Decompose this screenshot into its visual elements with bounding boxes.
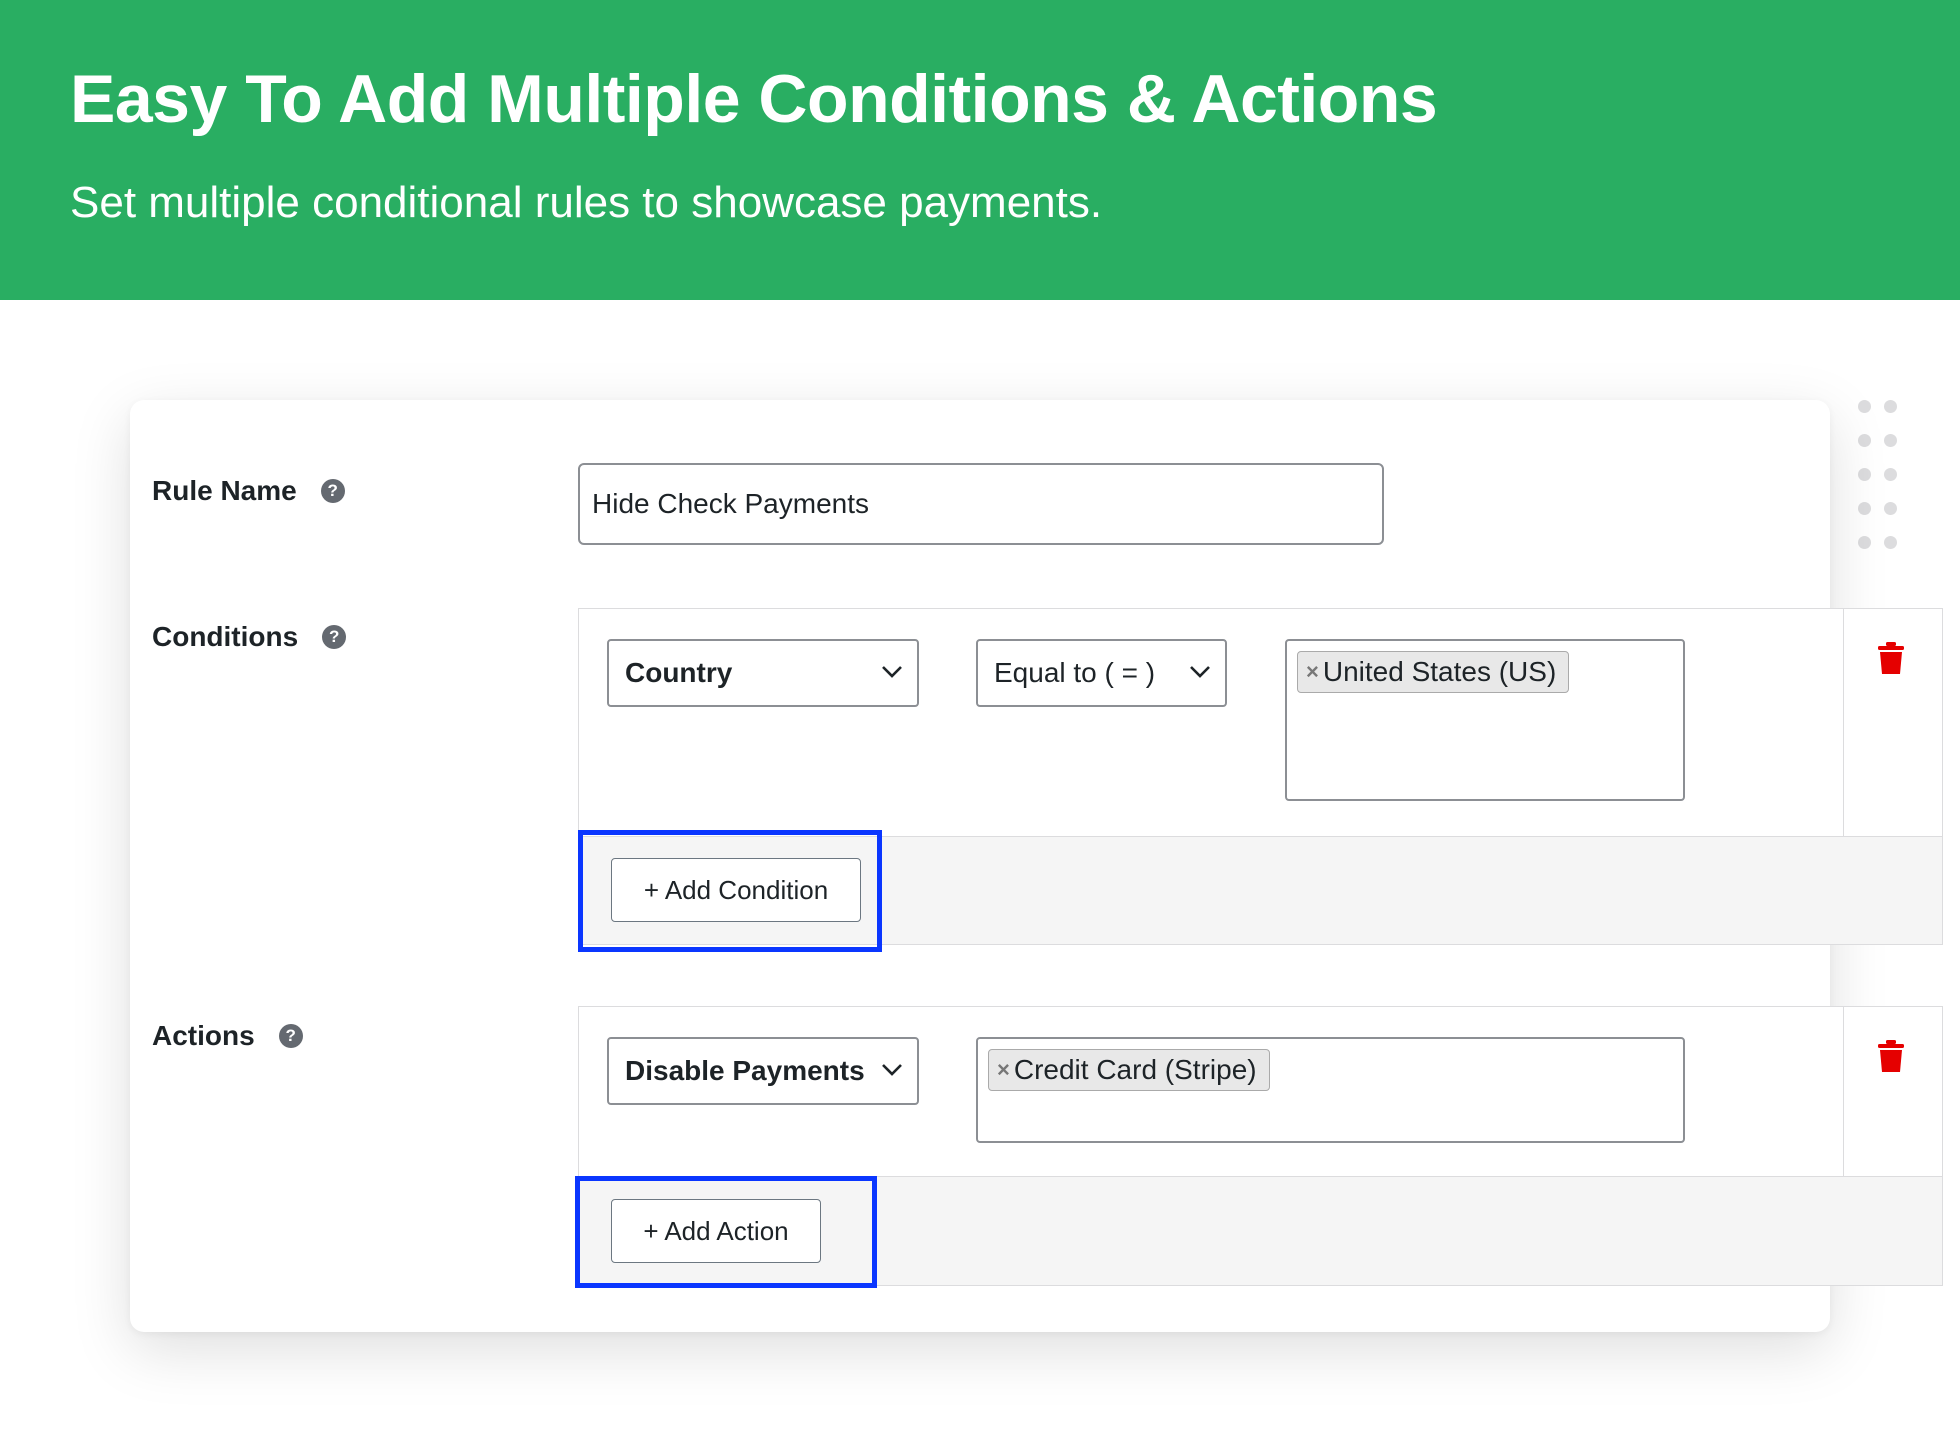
rule-name-input[interactable]: Hide Check Payments — [578, 463, 1384, 545]
actions-row-label: Actions ? — [152, 1020, 303, 1052]
banner-title: Easy To Add Multiple Conditions & Action… — [70, 61, 1438, 137]
condition-field-select[interactable]: Country — [607, 639, 919, 707]
chevron-down-icon — [1190, 666, 1210, 678]
condition-field-value: Country — [625, 657, 733, 688]
selected-value-tag: × Credit Card (Stripe) — [988, 1049, 1270, 1091]
action-delete-column — [1843, 1007, 1942, 1177]
action-type-select[interactable]: Disable Payments — [607, 1037, 919, 1105]
tag-label: Credit Card (Stripe) — [1013, 1054, 1257, 1085]
condition-operator-value: Equal to ( = ) — [994, 657, 1156, 688]
rule-name-value: Hide Check Payments — [592, 488, 870, 519]
header-banner: Easy To Add Multiple Conditions & Action… — [0, 0, 1960, 300]
rule-card: Rule Name ? Hide Check Payments Conditio… — [130, 400, 1943, 1332]
add-condition-highlight — [578, 830, 882, 952]
conditions-row-label: Conditions ? — [152, 621, 347, 653]
condition-delete-column — [1843, 609, 1942, 837]
selected-value-tag: × United States (US) — [1297, 651, 1570, 693]
decorative-dots — [1858, 400, 1902, 560]
rule-name-row-label: Rule Name ? — [152, 475, 345, 507]
condition-operator-select[interactable]: Equal to ( = ) — [976, 639, 1227, 707]
remove-tag-icon[interactable]: × — [1306, 659, 1319, 685]
action-values-multiselect[interactable]: × Credit Card (Stripe) — [976, 1037, 1685, 1143]
rule-name-label: Rule Name — [152, 475, 297, 506]
trash-icon[interactable] — [1876, 1039, 1906, 1073]
question-circle-icon[interactable]: ? — [278, 1024, 303, 1048]
trash-icon[interactable] — [1876, 641, 1906, 675]
action-row: Disable Payments × Credit Card (Stripe) — [579, 1007, 1942, 1177]
condition-row: Country Equal to ( = ) × United States (… — [579, 609, 1942, 837]
add-action-highlight — [575, 1176, 877, 1288]
condition-values-multiselect[interactable]: × United States (US) — [1285, 639, 1685, 801]
actions-label: Actions — [152, 1020, 255, 1051]
question-circle-icon[interactable]: ? — [322, 625, 347, 649]
chevron-down-icon — [882, 666, 902, 678]
question-circle-icon[interactable]: ? — [320, 479, 345, 503]
chevron-down-icon — [882, 1064, 902, 1076]
action-type-value: Disable Payments — [625, 1055, 865, 1086]
remove-tag-icon[interactable]: × — [997, 1057, 1010, 1083]
conditions-label: Conditions — [152, 621, 299, 652]
tag-label: United States (US) — [1322, 656, 1557, 687]
banner-subtitle: Set multiple conditional rules to showca… — [70, 178, 1103, 227]
